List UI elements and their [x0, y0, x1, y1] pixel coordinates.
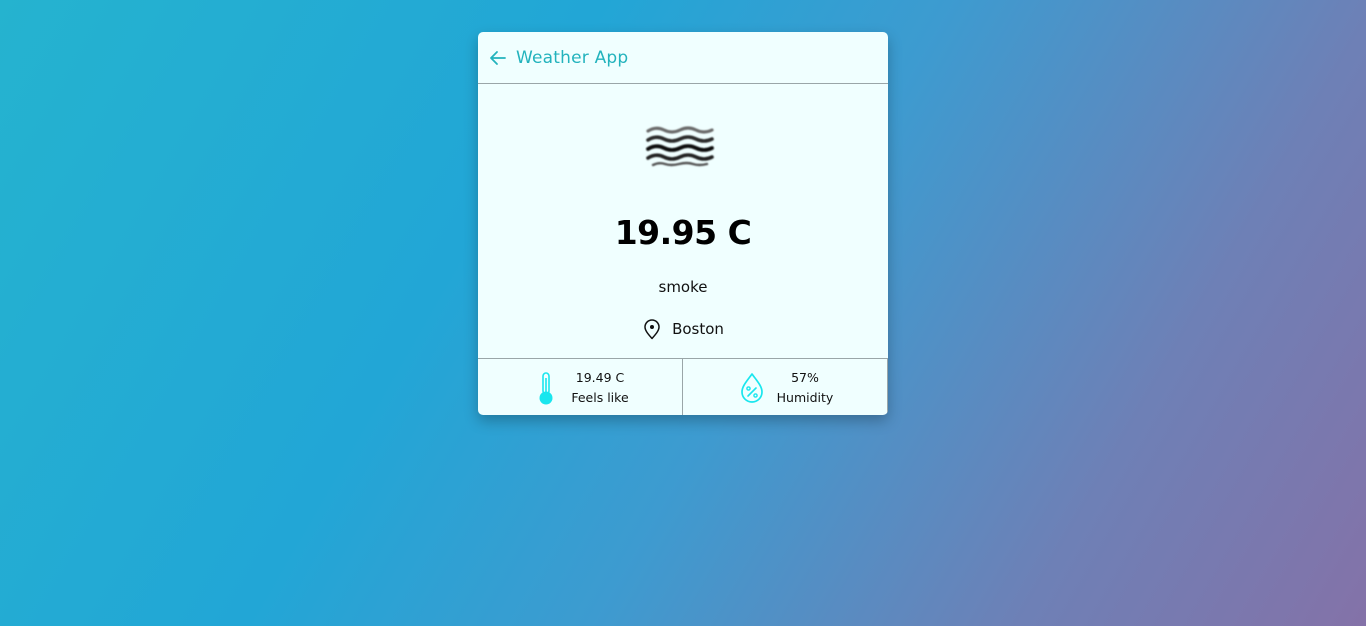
humidity-drop-icon: [737, 371, 767, 405]
stats-footer: 19.49 C Feels like 57% Humidity: [478, 358, 888, 415]
humidity-stat: 57% Humidity: [682, 359, 888, 415]
humidity-value: 57%: [791, 369, 819, 385]
thermometer-icon: [531, 371, 561, 405]
humidity-label: Humidity: [776, 389, 834, 405]
location: Boston: [478, 318, 888, 340]
feels-like-label: Feels like: [571, 389, 629, 405]
card-header: Weather App: [478, 32, 888, 84]
feels-like-value: 19.49 C: [575, 369, 625, 385]
weather-card: Weather App 19.95 C smoke Boston 19.49 C…: [478, 32, 888, 415]
app-title: Weather App: [516, 47, 629, 68]
temperature-value: 19.95 C: [614, 213, 752, 252]
arrow-left-icon[interactable]: [488, 48, 508, 68]
weather-description: smoke: [658, 278, 708, 296]
location-name: Boston: [672, 320, 724, 338]
feels-like-stat: 19.49 C Feels like: [478, 359, 682, 415]
smoke-waves-icon: [645, 125, 717, 169]
map-pin-icon: [642, 318, 662, 340]
